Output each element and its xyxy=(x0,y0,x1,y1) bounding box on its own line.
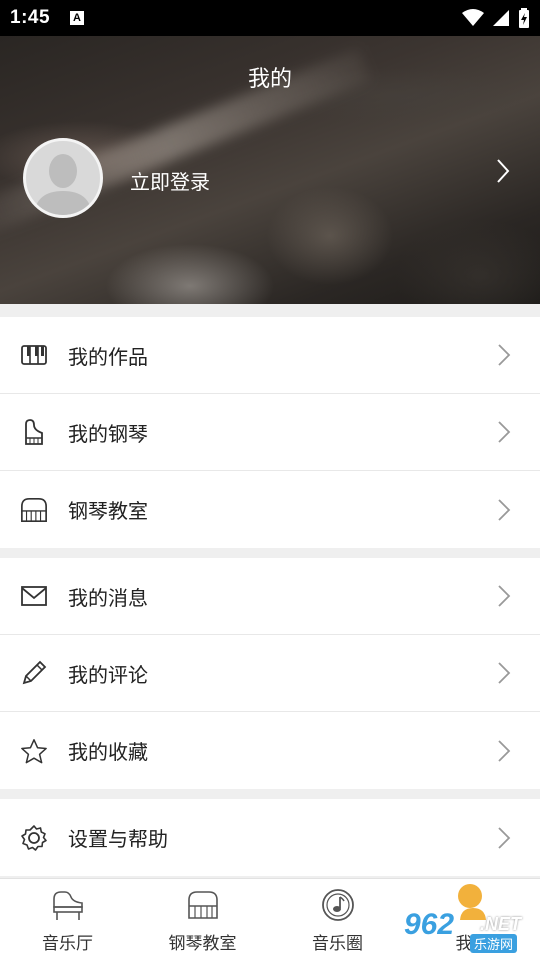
menu-item-my-works[interactable]: 我的作品 xyxy=(0,317,540,394)
menu-item-label: 设置与帮助 xyxy=(68,827,168,851)
menu-item-my-favorites[interactable]: 我的收藏 xyxy=(0,712,540,789)
piano-keys-icon xyxy=(20,341,48,369)
menu-group-social: 我的消息 我的评论 我的收藏 xyxy=(0,558,540,789)
menu-item-label: 我的钢琴 xyxy=(68,421,148,446)
status-time: 1:45 xyxy=(10,7,51,28)
piano-classroom-icon xyxy=(185,887,221,923)
signal-icon xyxy=(493,10,509,26)
profile-header: 我的 立即登录 xyxy=(0,36,540,304)
menu-group-works: 我的作品 我的钢琴 钢琴教室 xyxy=(0,317,540,548)
watermark-number: 962 xyxy=(404,908,455,941)
menu-group-settings: 设置与帮助 xyxy=(0,799,540,876)
page-title: 我的 xyxy=(247,67,292,92)
menu-item-my-piano[interactable]: 我的钢琴 xyxy=(0,394,540,471)
chevron-right-icon xyxy=(498,585,511,607)
default-avatar-icon xyxy=(34,154,92,215)
tab-label: 钢琴教室 xyxy=(168,934,237,954)
watermark-site: 乐游网 xyxy=(470,934,518,953)
tab-label: 音乐厅 xyxy=(42,934,93,954)
chevron-right-icon xyxy=(498,826,511,849)
wifi-icon xyxy=(462,9,484,26)
status-bar: 1:45 A xyxy=(0,0,540,36)
menu-item-label: 我的作品 xyxy=(68,344,148,369)
chevron-right-icon[interactable] xyxy=(495,158,511,184)
pencil-icon xyxy=(20,659,48,687)
tab-piano-classroom[interactable]: 钢琴教室 xyxy=(135,879,270,960)
tab-label: 音乐圈 xyxy=(312,934,363,954)
tab-music-circle[interactable]: 音乐圈 xyxy=(270,879,405,960)
grand-piano-icon xyxy=(50,887,86,923)
chevron-right-icon xyxy=(498,344,511,366)
watermark-suffix: .NET xyxy=(480,914,522,934)
notification-a-icon: A xyxy=(70,11,85,25)
menu-item-label: 我的消息 xyxy=(68,585,148,610)
chevron-right-icon xyxy=(498,498,511,521)
menu-item-label: 我的评论 xyxy=(68,662,148,687)
star-icon xyxy=(20,737,48,765)
piano-icon xyxy=(20,418,48,446)
tab-music-hall[interactable]: 音乐厅 xyxy=(0,879,135,960)
menu-item-label: 钢琴教室 xyxy=(68,499,148,523)
chevron-right-icon xyxy=(498,421,511,443)
menu-item-settings-help[interactable]: 设置与帮助 xyxy=(0,799,540,876)
gear-icon xyxy=(20,824,48,852)
watermark-logo: 962 .NET 乐游网 xyxy=(398,884,540,958)
watermark-figure xyxy=(458,884,482,908)
menu-item-my-messages[interactable]: 我的消息 xyxy=(0,558,540,635)
status-indicators xyxy=(462,8,530,28)
menu-item-piano-classroom[interactable]: 钢琴教室 xyxy=(0,471,540,548)
chevron-right-icon xyxy=(498,662,511,684)
menu-item-label: 我的收藏 xyxy=(68,740,148,764)
login-link[interactable]: 立即登录 xyxy=(130,166,210,195)
menu-item-my-comments[interactable]: 我的评论 xyxy=(0,635,540,712)
chevron-right-icon xyxy=(498,739,511,762)
mail-icon xyxy=(20,582,48,610)
battery-icon xyxy=(519,8,529,28)
music-circle-icon xyxy=(320,887,356,923)
avatar[interactable] xyxy=(23,138,103,218)
grand-piano-icon xyxy=(20,496,48,524)
